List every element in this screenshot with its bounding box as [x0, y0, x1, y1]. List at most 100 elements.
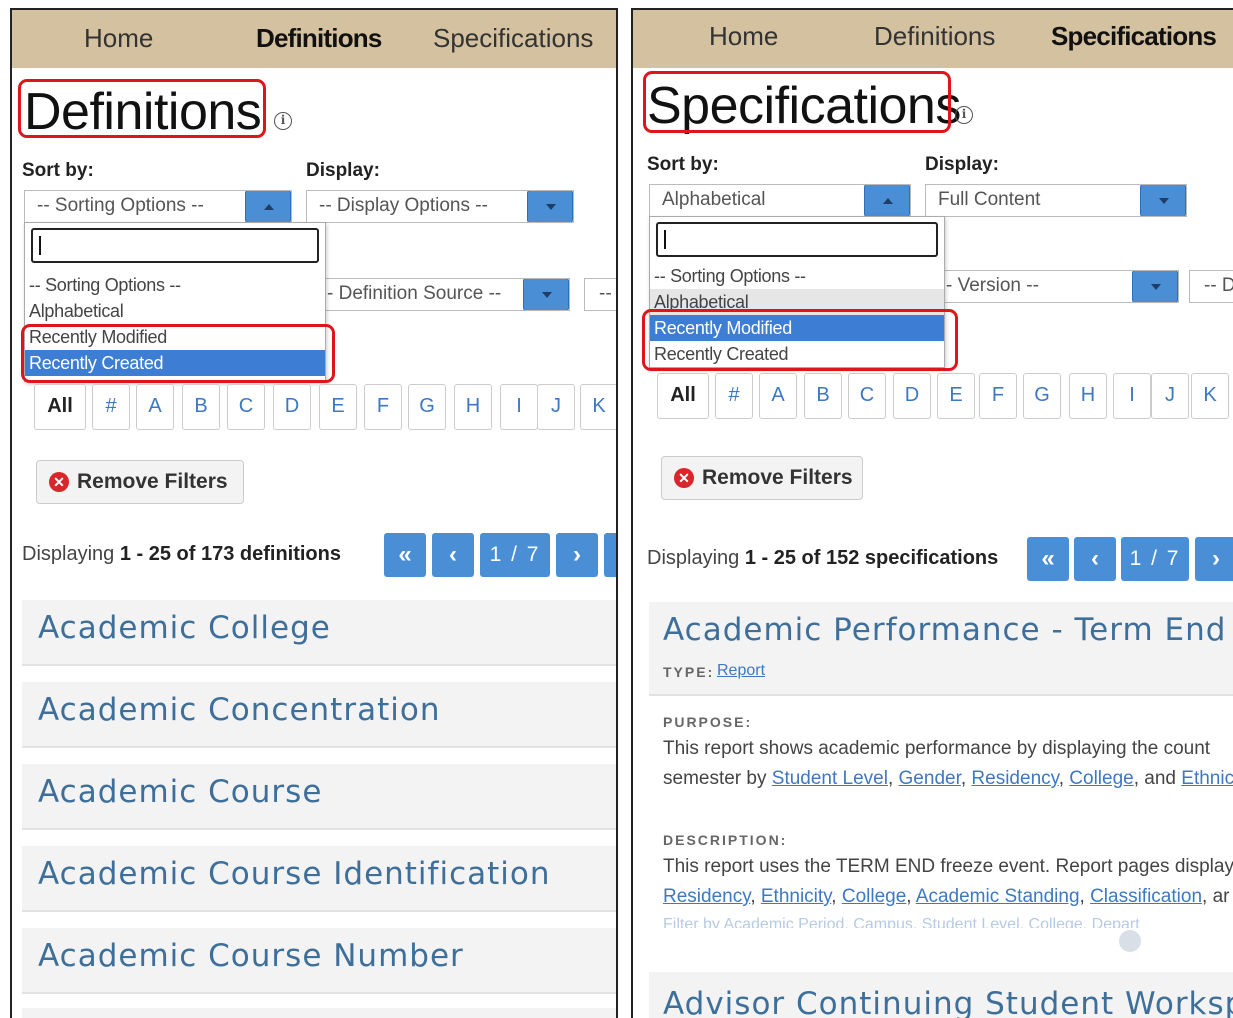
list-item[interactable]: [22, 1008, 616, 1018]
prev-page-button[interactable]: ‹: [432, 533, 474, 577]
purpose-link[interactable]: Student Level: [772, 768, 888, 789]
letter-filter[interactable]: J: [1151, 373, 1189, 419]
sort-label: Sort by:: [22, 160, 94, 181]
letter-filter[interactable]: C: [227, 384, 265, 430]
remove-icon: ✕: [674, 468, 694, 488]
sort-option[interactable]: Alphabetical: [25, 298, 325, 324]
sort-search-input[interactable]: [656, 222, 938, 257]
list-item[interactable]: Academic Course: [22, 764, 616, 830]
description-link[interactable]: Academic Standing: [916, 886, 1080, 907]
description-tail: ar: [1212, 886, 1230, 907]
letter-filter[interactable]: I: [1113, 373, 1151, 419]
letter-filter[interactable]: #: [92, 384, 130, 430]
letter-filter-all[interactable]: All: [657, 373, 709, 419]
nav-definitions[interactable]: Definitions: [256, 23, 382, 54]
remove-filters-button[interactable]: ✕ Remove Filters: [661, 456, 863, 500]
sort-select[interactable]: -- Sorting Options --: [24, 190, 292, 223]
letter-filter[interactable]: J: [537, 384, 575, 430]
expand-handle-icon[interactable]: [1119, 930, 1141, 952]
letter-filter[interactable]: B: [182, 384, 220, 430]
nav-definitions[interactable]: Definitions: [874, 21, 995, 52]
third-filter-select[interactable]: --: [584, 278, 616, 311]
info-icon[interactable]: i: [955, 106, 973, 124]
first-page-button[interactable]: «: [384, 533, 426, 577]
letter-filter[interactable]: B: [804, 373, 842, 419]
sort-select-value: Alphabetical: [662, 189, 766, 210]
description-link[interactable]: College: [842, 886, 906, 907]
description-link[interactable]: Ethnicity: [761, 886, 831, 907]
list-item-title[interactable]: Academic Concentration: [38, 692, 440, 728]
letter-filter[interactable]: H: [1069, 373, 1107, 419]
letter-filter[interactable]: I: [500, 384, 538, 430]
letter-filter[interactable]: F: [979, 373, 1017, 419]
letter-filter[interactable]: A: [759, 373, 797, 419]
list-item[interactable]: Academic College: [22, 600, 616, 666]
chevron-down-icon[interactable]: [527, 191, 573, 222]
description-link[interactable]: Classification: [1090, 886, 1202, 907]
display-select[interactable]: Full Content: [925, 184, 1187, 217]
sort-select-value: -- Sorting Options --: [37, 195, 204, 216]
description-label: DESCRIPTION:: [663, 832, 788, 848]
purpose-and: and: [1144, 768, 1176, 789]
page-indicator: 1 / 7: [480, 533, 550, 577]
definition-source-select[interactable]: - Definition Source --: [312, 278, 570, 311]
chevron-down-icon[interactable]: [523, 279, 569, 310]
letter-filter[interactable]: C: [848, 373, 886, 419]
letter-filter[interactable]: #: [715, 373, 753, 419]
list-item-title[interactable]: Academic College: [38, 610, 331, 646]
next-page-button[interactable]: ›: [556, 533, 598, 577]
remove-filters-button[interactable]: ✕ Remove Filters: [36, 460, 244, 504]
list-item[interactable]: Academic Concentration: [22, 682, 616, 748]
letter-filter[interactable]: K: [580, 384, 616, 430]
list-item[interactable]: Academic Course Identification: [22, 846, 616, 912]
purpose-link[interactable]: Ethnic: [1181, 768, 1233, 789]
first-page-button[interactable]: «: [1027, 537, 1069, 581]
third-filter-value: -- D: [1204, 275, 1233, 296]
displaying-prefix: Displaying: [22, 543, 115, 565]
sort-option[interactable]: -- Sorting Options --: [25, 272, 325, 298]
chevron-down-icon[interactable]: [1132, 271, 1178, 302]
prev-page-button[interactable]: ‹: [1074, 537, 1116, 581]
description-link[interactable]: Residency: [663, 886, 750, 907]
chevron-up-icon[interactable]: [245, 191, 291, 222]
nav-home[interactable]: Home: [84, 23, 153, 54]
letter-filter[interactable]: K: [1191, 373, 1229, 419]
letter-filter[interactable]: A: [136, 384, 174, 430]
chevron-down-icon[interactable]: [1140, 185, 1186, 216]
type-link[interactable]: Report: [717, 662, 765, 680]
letter-filter[interactable]: G: [1023, 373, 1061, 419]
next-page-button[interactable]: ›: [1195, 537, 1233, 581]
last-page-button[interactable]: [604, 533, 616, 577]
letter-filter[interactable]: F: [364, 384, 402, 430]
list-item-title[interactable]: Academic Course Number: [38, 938, 464, 974]
letter-filter[interactable]: D: [893, 373, 931, 419]
purpose-link[interactable]: College: [1069, 768, 1133, 789]
list-item-title[interactable]: Academic Course Identification: [38, 856, 551, 892]
third-filter-select[interactable]: -- D: [1189, 270, 1233, 303]
purpose-link[interactable]: Gender: [899, 768, 961, 789]
list-item[interactable]: Advisor Continuing Student Workspac: [649, 972, 1233, 1018]
info-icon[interactable]: i: [274, 112, 292, 130]
sort-option[interactable]: -- Sorting Options --: [650, 263, 944, 289]
type-label: TYPE:: [663, 664, 715, 680]
displaying-count: Displaying 1 - 25 of 152 specifications: [647, 547, 998, 570]
letter-filter[interactable]: D: [273, 384, 311, 430]
chevron-up-icon[interactable]: [864, 185, 910, 216]
letter-filter[interactable]: H: [454, 384, 492, 430]
nav-home[interactable]: Home: [709, 21, 778, 52]
sort-select[interactable]: Alphabetical: [649, 184, 911, 217]
letter-filter[interactable]: E: [937, 373, 975, 419]
purpose-link[interactable]: Residency: [971, 768, 1058, 789]
letter-filter[interactable]: E: [319, 384, 357, 430]
nav-specifications[interactable]: Specifications: [433, 23, 593, 54]
sort-search-input[interactable]: [31, 228, 319, 263]
list-item-title[interactable]: Academic Course: [38, 774, 322, 810]
letter-filter[interactable]: G: [408, 384, 446, 430]
letter-filter-all[interactable]: All: [34, 384, 86, 430]
display-select[interactable]: -- Display Options --: [306, 190, 574, 223]
spec-title[interactable]: Academic Performance - Term End: [663, 612, 1226, 648]
nav-specifications[interactable]: Specifications: [1051, 21, 1217, 52]
list-item[interactable]: Academic Course Number: [22, 928, 616, 994]
list-item-title[interactable]: Advisor Continuing Student Workspac: [663, 986, 1233, 1018]
version-select[interactable]: - Version --: [933, 270, 1179, 303]
